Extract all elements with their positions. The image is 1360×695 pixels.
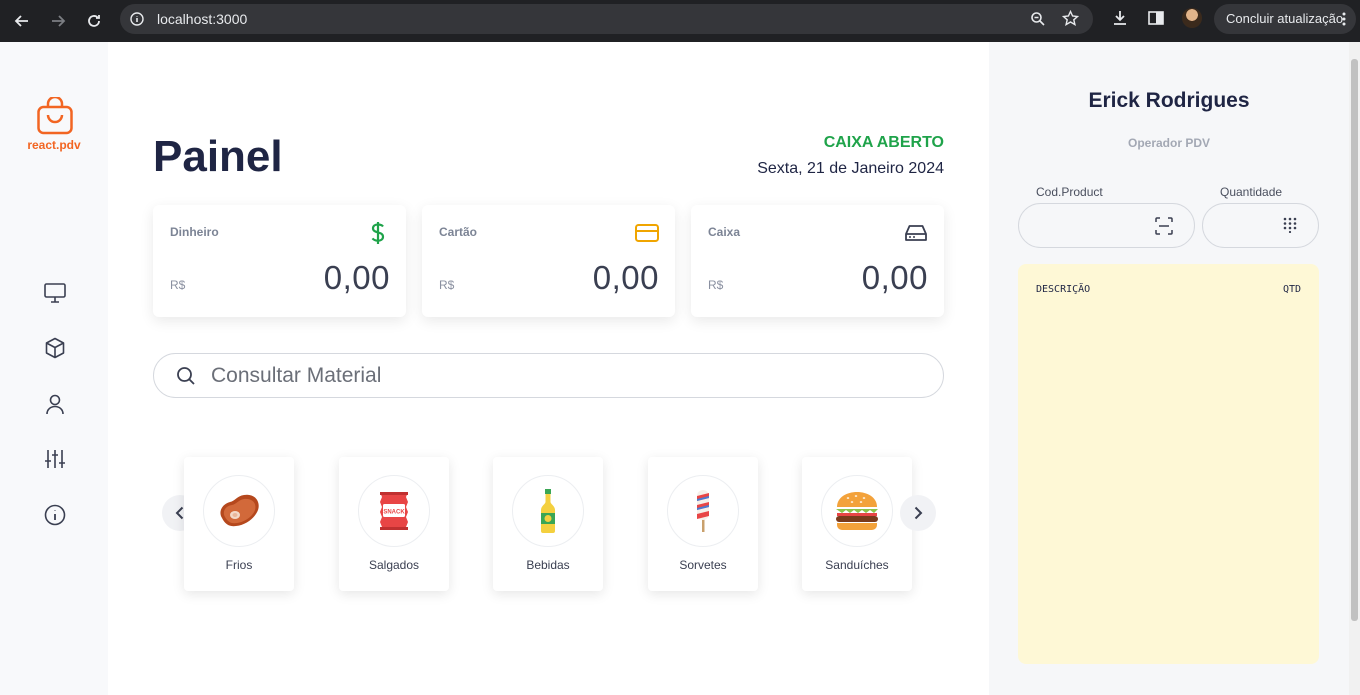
forward-button[interactable] [43,6,73,36]
steak-icon [203,475,275,547]
items-list: DESCRIÇÃO QTD [1018,264,1319,664]
list-header-qty: QTD [1282,284,1301,295]
burger-icon [821,475,893,547]
address-bar[interactable]: localhost:3000 [120,4,1093,34]
status-badge: CAIXA ABERTO [823,134,944,151]
card-cartao: Cartão R$ 0,00 [422,205,675,317]
update-label: Concluir atualização [1226,11,1344,26]
page-scrollbar[interactable] [1349,42,1360,695]
star-icon[interactable] [1062,10,1079,27]
main-panel: Painel CAIXA ABERTO Sexta, 21 de Janeiro… [108,42,989,695]
category-label: Bebidas [526,558,570,572]
reload-button[interactable] [79,6,109,36]
category-label: Sanduíches [825,558,889,572]
user-name: Erick Rodrigues [1088,89,1250,112]
arrow-left-icon [14,15,28,27]
snack-bag-icon: SNACK [358,475,430,547]
card-currency: R$ [708,278,724,292]
update-chip[interactable]: Concluir atualização [1214,4,1356,34]
category-card-sorvetes[interactable]: Sorvetes [648,457,758,591]
keypad-icon[interactable] [1283,217,1297,233]
card-title: Cartão [439,225,478,239]
profile-avatar[interactable] [1182,8,1202,28]
card-currency: R$ [170,278,186,292]
drive-icon [904,221,928,245]
carousel-next-button[interactable] [900,495,936,531]
site-info-icon[interactable] [130,12,144,26]
user-icon[interactable] [42,391,68,417]
search-input[interactable] [211,362,911,390]
logo-text: react.pdv [27,138,81,152]
info-icon[interactable] [42,502,68,528]
page-title: Painel [153,132,283,181]
code-label: Cod.Product [1036,185,1103,199]
download-icon[interactable] [1111,9,1129,27]
dollar-icon [366,221,390,245]
shopping-bag-icon [37,95,73,135]
card-title: Dinheiro [170,225,219,239]
category-card-salgados[interactable]: SNACK Salgados [339,457,449,591]
card-value: 0,00 [323,259,390,296]
category-label: Sorvetes [679,558,727,572]
popsicle-icon [667,475,739,547]
category-card-sanduiches[interactable]: Sanduíches [802,457,912,591]
monitor-icon[interactable] [42,280,68,306]
reload-icon [88,15,100,27]
category-card-bebidas[interactable]: Bebidas [493,457,603,591]
search-bar[interactable] [153,353,944,398]
side-panel-icon[interactable] [1147,9,1165,27]
snack-text: SNACK [383,510,405,516]
card-title: Caixa [708,225,741,239]
back-button[interactable] [7,6,37,36]
browser-toolbar: localhost:3000 Concluir atualização [0,0,1360,42]
scrollbar-thumb[interactable] [1351,59,1358,621]
card-value: 0,00 [861,259,928,296]
card-dinheiro: Dinheiro R$ 0,00 [153,205,406,317]
sliders-icon[interactable] [42,446,68,472]
credit-card-icon [635,221,659,245]
arrow-right-icon [52,15,66,27]
code-field[interactable] [1018,203,1195,248]
url-text: localhost:3000 [157,11,248,27]
category-card-frios[interactable]: Frios [184,457,294,591]
bottle-icon [512,475,584,547]
quantity-field[interactable] [1202,203,1319,248]
box-icon[interactable] [42,335,68,361]
date-text: Sexta, 21 de Janeiro 2024 [757,160,944,177]
operator-panel: Erick Rodrigues Operador PDV Cod.Product… [989,42,1349,695]
card-value: 0,00 [592,259,659,296]
zoom-icon[interactable] [1030,11,1046,27]
sidebar: react.pdv [0,42,108,695]
card-currency: R$ [439,278,455,292]
chevron-right-icon [914,506,923,520]
qty-label: Quantidade [1220,185,1283,199]
scan-icon[interactable] [1155,217,1173,235]
category-label: Frios [225,558,253,572]
more-vert-icon[interactable] [1342,12,1346,26]
category-label: Salgados [368,558,420,572]
list-header-desc: DESCRIÇÃO [1036,284,1091,295]
user-role: Operador PDV [1127,136,1211,150]
search-icon [177,367,195,385]
card-caixa: Caixa R$ 0,00 [691,205,944,317]
